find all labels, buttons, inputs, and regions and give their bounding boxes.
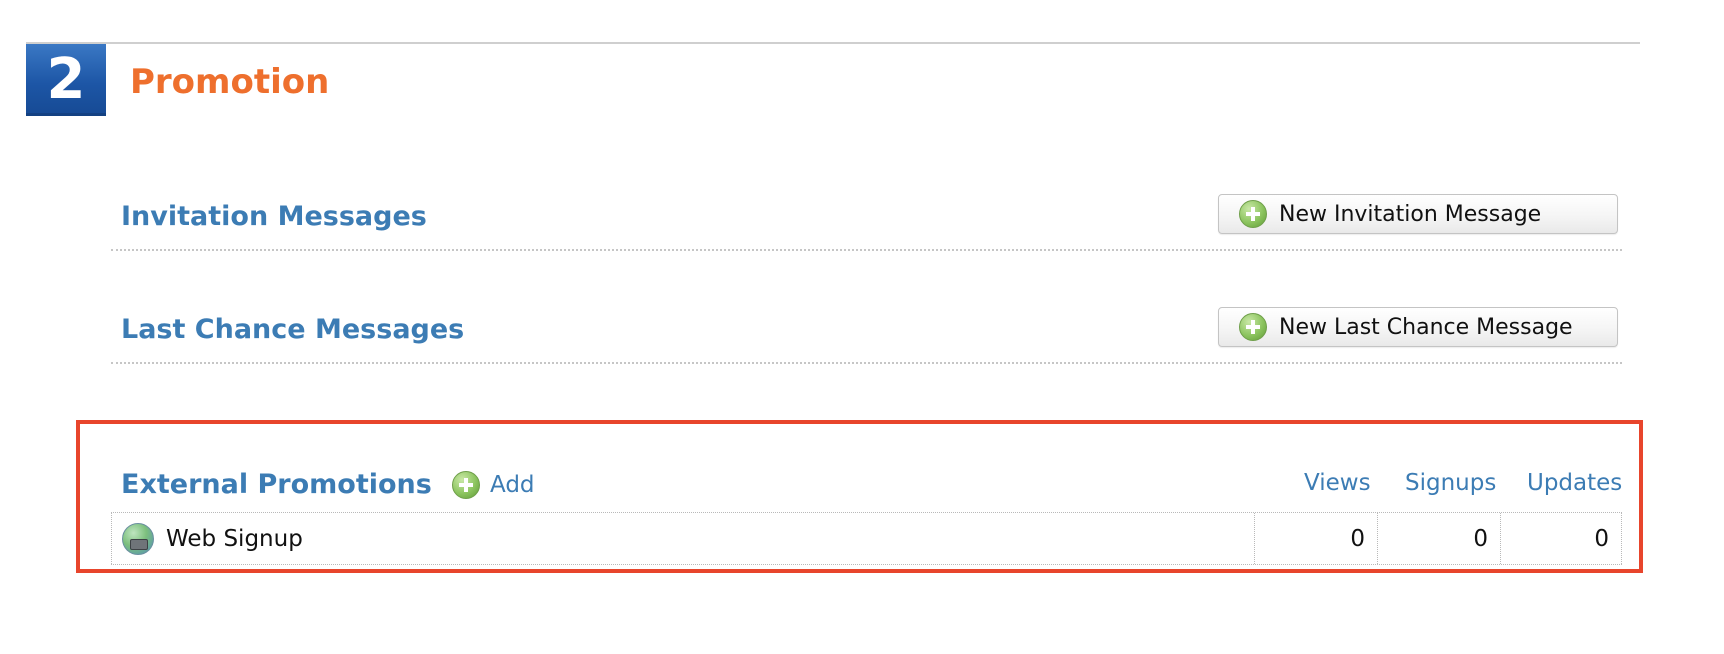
promotion-name[interactable]: Web Signup [166,526,303,552]
section-divider [111,249,1622,251]
updates-count: 0 [1500,513,1622,564]
table-row[interactable]: Web Signup [111,513,1254,564]
page-title: Promotion [130,62,330,102]
plus-circle-icon [452,471,480,499]
top-divider [26,42,1640,44]
views-count: 0 [1254,513,1377,564]
column-header-views[interactable]: Views [1304,468,1371,498]
plus-circle-icon [1239,200,1267,228]
external-promotions-table: Web Signup 0 0 0 [111,512,1622,565]
column-header-signups[interactable]: Signups [1405,468,1496,498]
last-chance-messages-heading: Last Chance Messages [121,314,465,345]
invitation-messages-heading: Invitation Messages [121,201,427,232]
step-number-badge: 2 [26,44,106,116]
web-signup-icon [122,522,154,555]
new-invitation-message-label: New Invitation Message [1279,201,1542,227]
new-invitation-message-button[interactable]: New Invitation Message [1218,194,1618,234]
new-last-chance-message-button[interactable]: New Last Chance Message [1218,307,1618,347]
column-header-updates[interactable]: Updates [1527,468,1622,498]
plus-circle-icon [1239,313,1267,341]
external-promotions-heading: External Promotions [121,469,432,500]
new-last-chance-message-label: New Last Chance Message [1279,314,1573,340]
section-divider [111,362,1622,364]
add-link-label: Add [490,472,535,498]
signups-count: 0 [1377,513,1500,564]
add-external-promotion-link[interactable]: Add [452,470,535,500]
